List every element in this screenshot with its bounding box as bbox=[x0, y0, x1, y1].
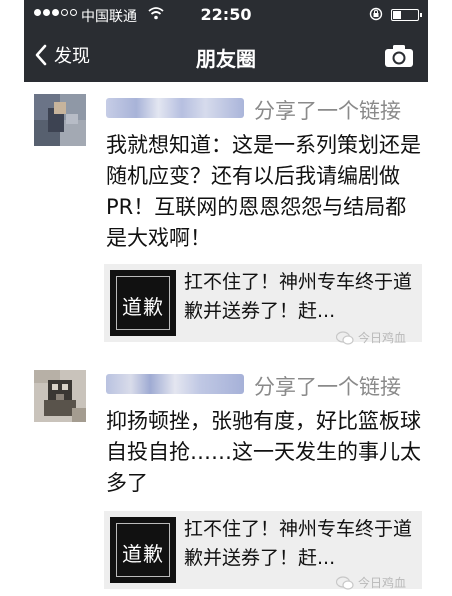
rotation-lock-icon bbox=[369, 7, 383, 21]
shared-link-label: 分享了一个链接 bbox=[254, 375, 401, 399]
moment-post: 分享了一个链接 抑扬顿挫，张驰有度，好比篮板球自投自抢……这一天发生的事儿太多了… bbox=[24, 364, 428, 596]
avatar[interactable] bbox=[34, 94, 86, 146]
avatar[interactable] bbox=[34, 370, 86, 422]
watermark-text: 今日鸡血 bbox=[358, 331, 407, 345]
link-title: 扛不住了！神州专车终于道歉并送券了！赶... bbox=[184, 271, 413, 322]
camera-icon[interactable] bbox=[384, 44, 414, 68]
wechat-logo-icon bbox=[336, 330, 354, 345]
post-text: 我就想知道：这是一系列策划还是随机应变？还有以后我请编剧做PR！互联网的恩恩怨怨… bbox=[106, 133, 421, 250]
username-blurred[interactable] bbox=[106, 98, 244, 118]
link-thumbnail: 道歉 bbox=[110, 270, 176, 336]
username-blurred[interactable] bbox=[106, 374, 244, 394]
clock: 22:50 bbox=[200, 5, 252, 24]
nav-bar: 发现 朋友圈 bbox=[24, 30, 428, 82]
post-text: 抑扬顿挫，张驰有度，好比篮板球自投自抢……这一天发生的事儿太多了 bbox=[106, 409, 421, 495]
thumbnail-text: 道歉 bbox=[122, 542, 164, 566]
wechat-logo-icon bbox=[336, 575, 354, 590]
link-thumbnail: 道歉 bbox=[110, 517, 176, 583]
moment-post: 分享了一个链接 我就想知道：这是一系列策划还是随机应变？还有以后我请编剧做PR！… bbox=[24, 82, 428, 352]
phone-screen: 中国联通 22:50 发现 朋友圈 分享了一个链接 我就想知道：这是一系列策划还… bbox=[24, 0, 428, 596]
thumbnail-text: 道歉 bbox=[122, 295, 164, 319]
page-title: 朋友圈 bbox=[196, 47, 256, 71]
battery-icon bbox=[391, 9, 422, 21]
watermark: 今日鸡血 bbox=[336, 574, 406, 591]
shared-link-label: 分享了一个链接 bbox=[254, 99, 401, 123]
watermark: 今日鸡血 bbox=[336, 329, 406, 346]
watermark-text: 今日鸡血 bbox=[358, 576, 407, 590]
link-title: 扛不住了！神州专车终于道歉并送券了！赶... bbox=[184, 518, 413, 569]
status-bar: 中国联通 22:50 bbox=[24, 0, 428, 30]
